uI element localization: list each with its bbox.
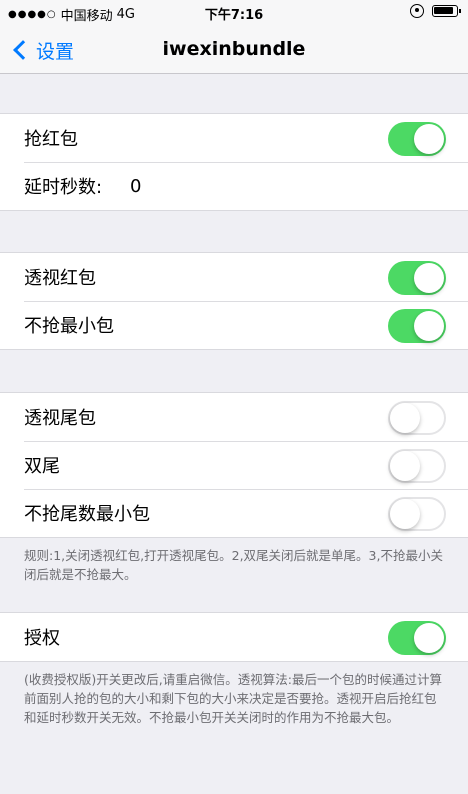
settings-group-grab: 抢红包 延时秒数: 0	[0, 113, 468, 211]
delay-seconds-value[interactable]: 0	[130, 176, 141, 197]
settings-group-peek: 透视红包 不抢最小包	[0, 252, 468, 350]
row-delay-seconds[interactable]: 延时秒数: 0	[0, 162, 468, 210]
row-grab-red-packet: 抢红包	[0, 114, 468, 162]
status-right	[410, 4, 461, 18]
double-tail-label: 双尾	[24, 456, 60, 477]
delay-seconds-label: 延时秒数:	[24, 177, 103, 198]
toggle-knob	[414, 623, 444, 653]
skip-tail-min-packet-toggle[interactable]	[388, 497, 446, 531]
page-title: iwexinbundle	[162, 38, 306, 60]
toggle-knob	[414, 124, 444, 154]
settings-group-auth: 授权	[0, 612, 468, 662]
status-bar: ●●●●○ 中国移动 4G 下午7:16	[0, 0, 468, 26]
status-time: 下午7:16	[204, 8, 264, 23]
toggle-knob	[390, 499, 420, 529]
skip-tail-min-packet-label: 不抢尾数最小包	[24, 504, 150, 525]
toggle-knob	[414, 311, 444, 341]
peek-tail-packet-label: 透视尾包	[24, 408, 96, 429]
authorization-toggle[interactable]	[388, 621, 446, 655]
rules-note: 规则:1,关闭透视红包,打开透视尾包。2,双尾关闭后就是单尾。3,不抢最小关闭后…	[24, 548, 443, 582]
grab-red-packet-toggle[interactable]	[388, 122, 446, 156]
peek-tail-packet-toggle[interactable]	[388, 401, 446, 435]
row-double-tail: 双尾	[0, 441, 468, 489]
row-authorization: 授权	[0, 613, 468, 661]
peek-red-packet-label: 透视红包	[24, 268, 96, 289]
toggle-knob	[414, 263, 444, 293]
toggle-knob	[390, 451, 420, 481]
row-peek-tail-packet: 透视尾包	[0, 393, 468, 441]
authorization-label: 授权	[24, 628, 60, 649]
toggle-knob	[390, 403, 420, 433]
settings-group-tail: 透视尾包 双尾 不抢尾数最小包	[0, 392, 468, 538]
navigation-bar: 设置 iwexinbundle	[0, 26, 468, 74]
authorization-note: (收费授权版)开关更改后,请重启微信。透视算法:最后一个包的时候通过计算前面别人…	[24, 672, 442, 725]
grab-red-packet-label: 抢红包	[24, 129, 78, 150]
row-skip-min-packet: 不抢最小包	[0, 301, 468, 349]
skip-min-packet-toggle[interactable]	[388, 309, 446, 343]
peek-red-packet-toggle[interactable]	[388, 261, 446, 295]
skip-min-packet-label: 不抢最小包	[24, 316, 114, 337]
double-tail-toggle[interactable]	[388, 449, 446, 483]
row-peek-red-packet: 透视红包	[0, 253, 468, 301]
battery-icon	[432, 5, 461, 17]
rotation-lock-icon	[410, 4, 424, 18]
row-skip-tail-min-packet: 不抢尾数最小包	[0, 489, 468, 537]
